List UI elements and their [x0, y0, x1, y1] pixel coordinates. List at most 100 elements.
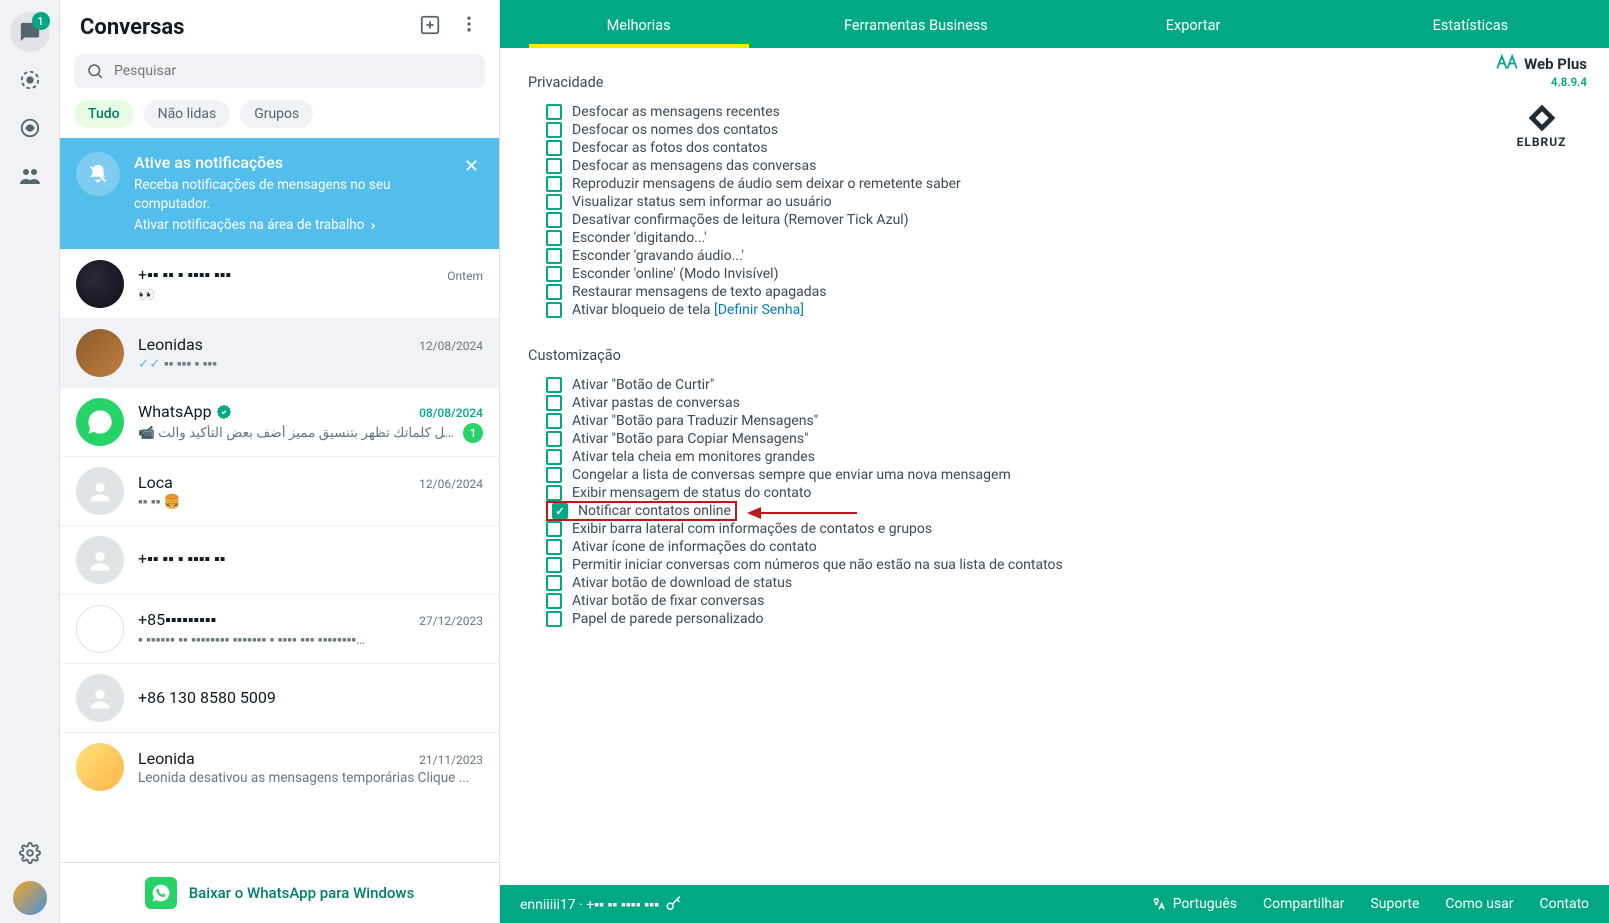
chat-list[interactable]: +▪▪ ▪▪ ▪ ▪▪▪▪ ▪▪▪Ontem👀Leonidas12/08/202…	[60, 249, 499, 862]
privacy-option[interactable]: Desfocar as fotos dos contatos	[546, 139, 768, 157]
checkbox[interactable]	[546, 521, 562, 537]
share-link[interactable]: Compartilhar	[1263, 896, 1344, 912]
profile-avatar[interactable]	[13, 881, 47, 915]
checkbox[interactable]	[546, 395, 562, 411]
download-label: Baixar o WhatsApp para Windows	[189, 884, 415, 902]
checkbox[interactable]	[552, 503, 568, 519]
howto-link[interactable]: Como usar	[1445, 896, 1513, 912]
status-rail-icon[interactable]	[10, 60, 50, 100]
checkbox[interactable]	[546, 122, 562, 138]
chat-item[interactable]: Leonidas12/08/2024✓✓ ▪▪ ▪▪▪ ▪ ▪▪▪	[60, 318, 499, 387]
chat-item[interactable]: WhatsApp08/08/2024📹 ‎اجعل كلماتك تظهر بت…	[60, 387, 499, 456]
checkbox[interactable]	[546, 212, 562, 228]
right-panel: Melhorias Ferramentas Business Exportar …	[500, 0, 1609, 923]
chat-item[interactable]: Loca12/06/2024▪▪ ▪▪ 🍔	[60, 456, 499, 525]
chat-name: Leonidas	[138, 335, 203, 354]
custom-option[interactable]: Ativar "Botão para Traduzir Mensagens"	[546, 412, 818, 430]
communities-rail-icon[interactable]	[10, 156, 50, 196]
custom-option[interactable]: Ativar "Botão de Curtir"	[546, 376, 714, 394]
privacy-option[interactable]: Esconder 'gravando áudio...'	[546, 247, 744, 265]
checkbox[interactable]	[546, 431, 562, 447]
download-bar[interactable]: Baixar o WhatsApp para Windows	[60, 862, 499, 923]
privacy-option[interactable]: Reproduzir mensagens de áudio sem deixar…	[546, 175, 961, 193]
checkbox[interactable]	[546, 575, 562, 591]
option-label: Permitir iniciar conversas com números q…	[572, 557, 1063, 573]
checkbox[interactable]	[546, 611, 562, 627]
define-password-link[interactable]: [Definir Senha]	[714, 302, 804, 318]
privacy-option[interactable]: Restaurar mensagens de texto apagadas	[546, 283, 826, 301]
brand-elbruz[interactable]: ELBRUZ	[1496, 103, 1587, 149]
chat-item[interactable]: +85▪▪▪▪▪▪▪▪▪27/12/2023▪ ▪▪▪▪▪▪ ▪▪ ▪▪▪▪▪▪…	[60, 594, 499, 663]
custom-option[interactable]: Ativar botão de fixar conversas	[546, 592, 764, 610]
custom-option[interactable]: Ativar pastas de conversas	[546, 394, 740, 412]
custom-option[interactable]: Permitir iniciar conversas com números q…	[546, 556, 1063, 574]
checkbox[interactable]	[546, 485, 562, 501]
checkbox[interactable]	[546, 284, 562, 300]
chat-item[interactable]: +▪▪ ▪▪ ▪ ▪▪▪▪ ▪▪▪Ontem👀	[60, 249, 499, 318]
notification-banner: Ative as notificações Receba notificaçõe…	[60, 138, 499, 249]
checkbox[interactable]	[546, 449, 562, 465]
checkbox[interactable]	[546, 302, 562, 318]
custom-option[interactable]: Ativar ícone de informações do contato	[546, 538, 817, 556]
custom-option[interactable]: Exibir mensagem de status do contato	[546, 484, 811, 502]
chats-rail-icon[interactable]: 1	[10, 12, 50, 52]
checkbox[interactable]	[546, 377, 562, 393]
filter-all[interactable]: Tudo	[74, 100, 134, 128]
channels-rail-icon[interactable]	[10, 108, 50, 148]
checkbox[interactable]	[546, 248, 562, 264]
checkbox[interactable]	[546, 104, 562, 120]
custom-option[interactable]: Papel de parede personalizado	[546, 610, 763, 628]
custom-option[interactable]: Congelar a lista de conversas sempre que…	[546, 466, 1011, 484]
option-label: Desfocar as fotos dos contatos	[572, 140, 768, 156]
tab-estatisticas[interactable]: Estatísticas	[1332, 3, 1609, 48]
checkbox[interactable]	[546, 140, 562, 156]
checkbox[interactable]	[546, 557, 562, 573]
checkbox[interactable]	[546, 539, 562, 555]
new-chat-icon[interactable]	[419, 14, 441, 40]
chat-item[interactable]: +86 130 8580 5009	[60, 663, 499, 732]
checkbox[interactable]	[546, 266, 562, 282]
checkbox[interactable]	[546, 467, 562, 483]
chat-item[interactable]: Leonida21/11/2023Leonida desativou as me…	[60, 732, 499, 801]
checkbox[interactable]	[546, 413, 562, 429]
checkbox[interactable]	[546, 194, 562, 210]
close-icon[interactable]: ✕	[460, 152, 483, 181]
custom-option[interactable]: Exibir barra lateral com informações de …	[546, 520, 932, 538]
option-label: Ativar "Botão de Curtir"	[572, 377, 714, 393]
privacy-option[interactable]: Desfocar as mensagens das conversas	[546, 157, 816, 175]
custom-option[interactable]: Ativar tela cheia em monitores grandes	[546, 448, 815, 466]
settings-rail-icon[interactable]	[10, 833, 50, 873]
custom-option[interactable]: Notificar contatos online	[546, 501, 737, 521]
privacy-option[interactable]: Desfocar as mensagens recentes	[546, 103, 780, 121]
privacy-option[interactable]: Desativar confirmações de leitura (Remov…	[546, 211, 909, 229]
checkbox[interactable]	[546, 230, 562, 246]
tab-business[interactable]: Ferramentas Business	[777, 3, 1054, 48]
privacy-option[interactable]: Esconder 'online' (Modo Invisível)	[546, 265, 778, 283]
checkbox[interactable]	[546, 176, 562, 192]
verified-icon	[216, 404, 232, 420]
custom-option[interactable]: Ativar "Botão para Copiar Mensagens"	[546, 430, 809, 448]
tab-melhorias[interactable]: Melhorias	[500, 3, 777, 48]
conversations-title: Conversas	[80, 15, 184, 40]
search-box[interactable]	[74, 54, 485, 88]
checkbox[interactable]	[546, 158, 562, 174]
privacy-option[interactable]: Desfocar os nomes dos contatos	[546, 121, 778, 139]
language-select[interactable]: Português	[1151, 896, 1237, 912]
privacy-option[interactable]: Visualizar status sem informar ao usuári…	[546, 193, 832, 211]
filter-unread[interactable]: Não lidas	[144, 100, 231, 128]
chat-avatar	[76, 743, 124, 791]
notif-link[interactable]: Ativar notificações na área de trabalho	[134, 216, 378, 235]
menu-icon[interactable]	[459, 14, 479, 40]
support-link[interactable]: Suporte	[1370, 896, 1419, 912]
chat-item[interactable]: +▪▪ ▪▪ ▪ ▪▪▪▪ ▪▪	[60, 525, 499, 594]
search-icon	[86, 62, 104, 80]
custom-option[interactable]: Ativar botão de download de status	[546, 574, 792, 592]
checkbox[interactable]	[546, 593, 562, 609]
tab-exportar[interactable]: Exportar	[1055, 3, 1332, 48]
contact-link[interactable]: Contato	[1540, 896, 1589, 912]
option-label: Reproduzir mensagens de áudio sem deixar…	[572, 176, 961, 192]
privacy-option[interactable]: Esconder 'digitando...'	[546, 229, 707, 247]
search-input[interactable]	[114, 63, 473, 79]
filter-groups[interactable]: Grupos	[240, 100, 313, 128]
privacy-option[interactable]: Ativar bloqueio de tela [Definir Senha]	[546, 301, 804, 319]
